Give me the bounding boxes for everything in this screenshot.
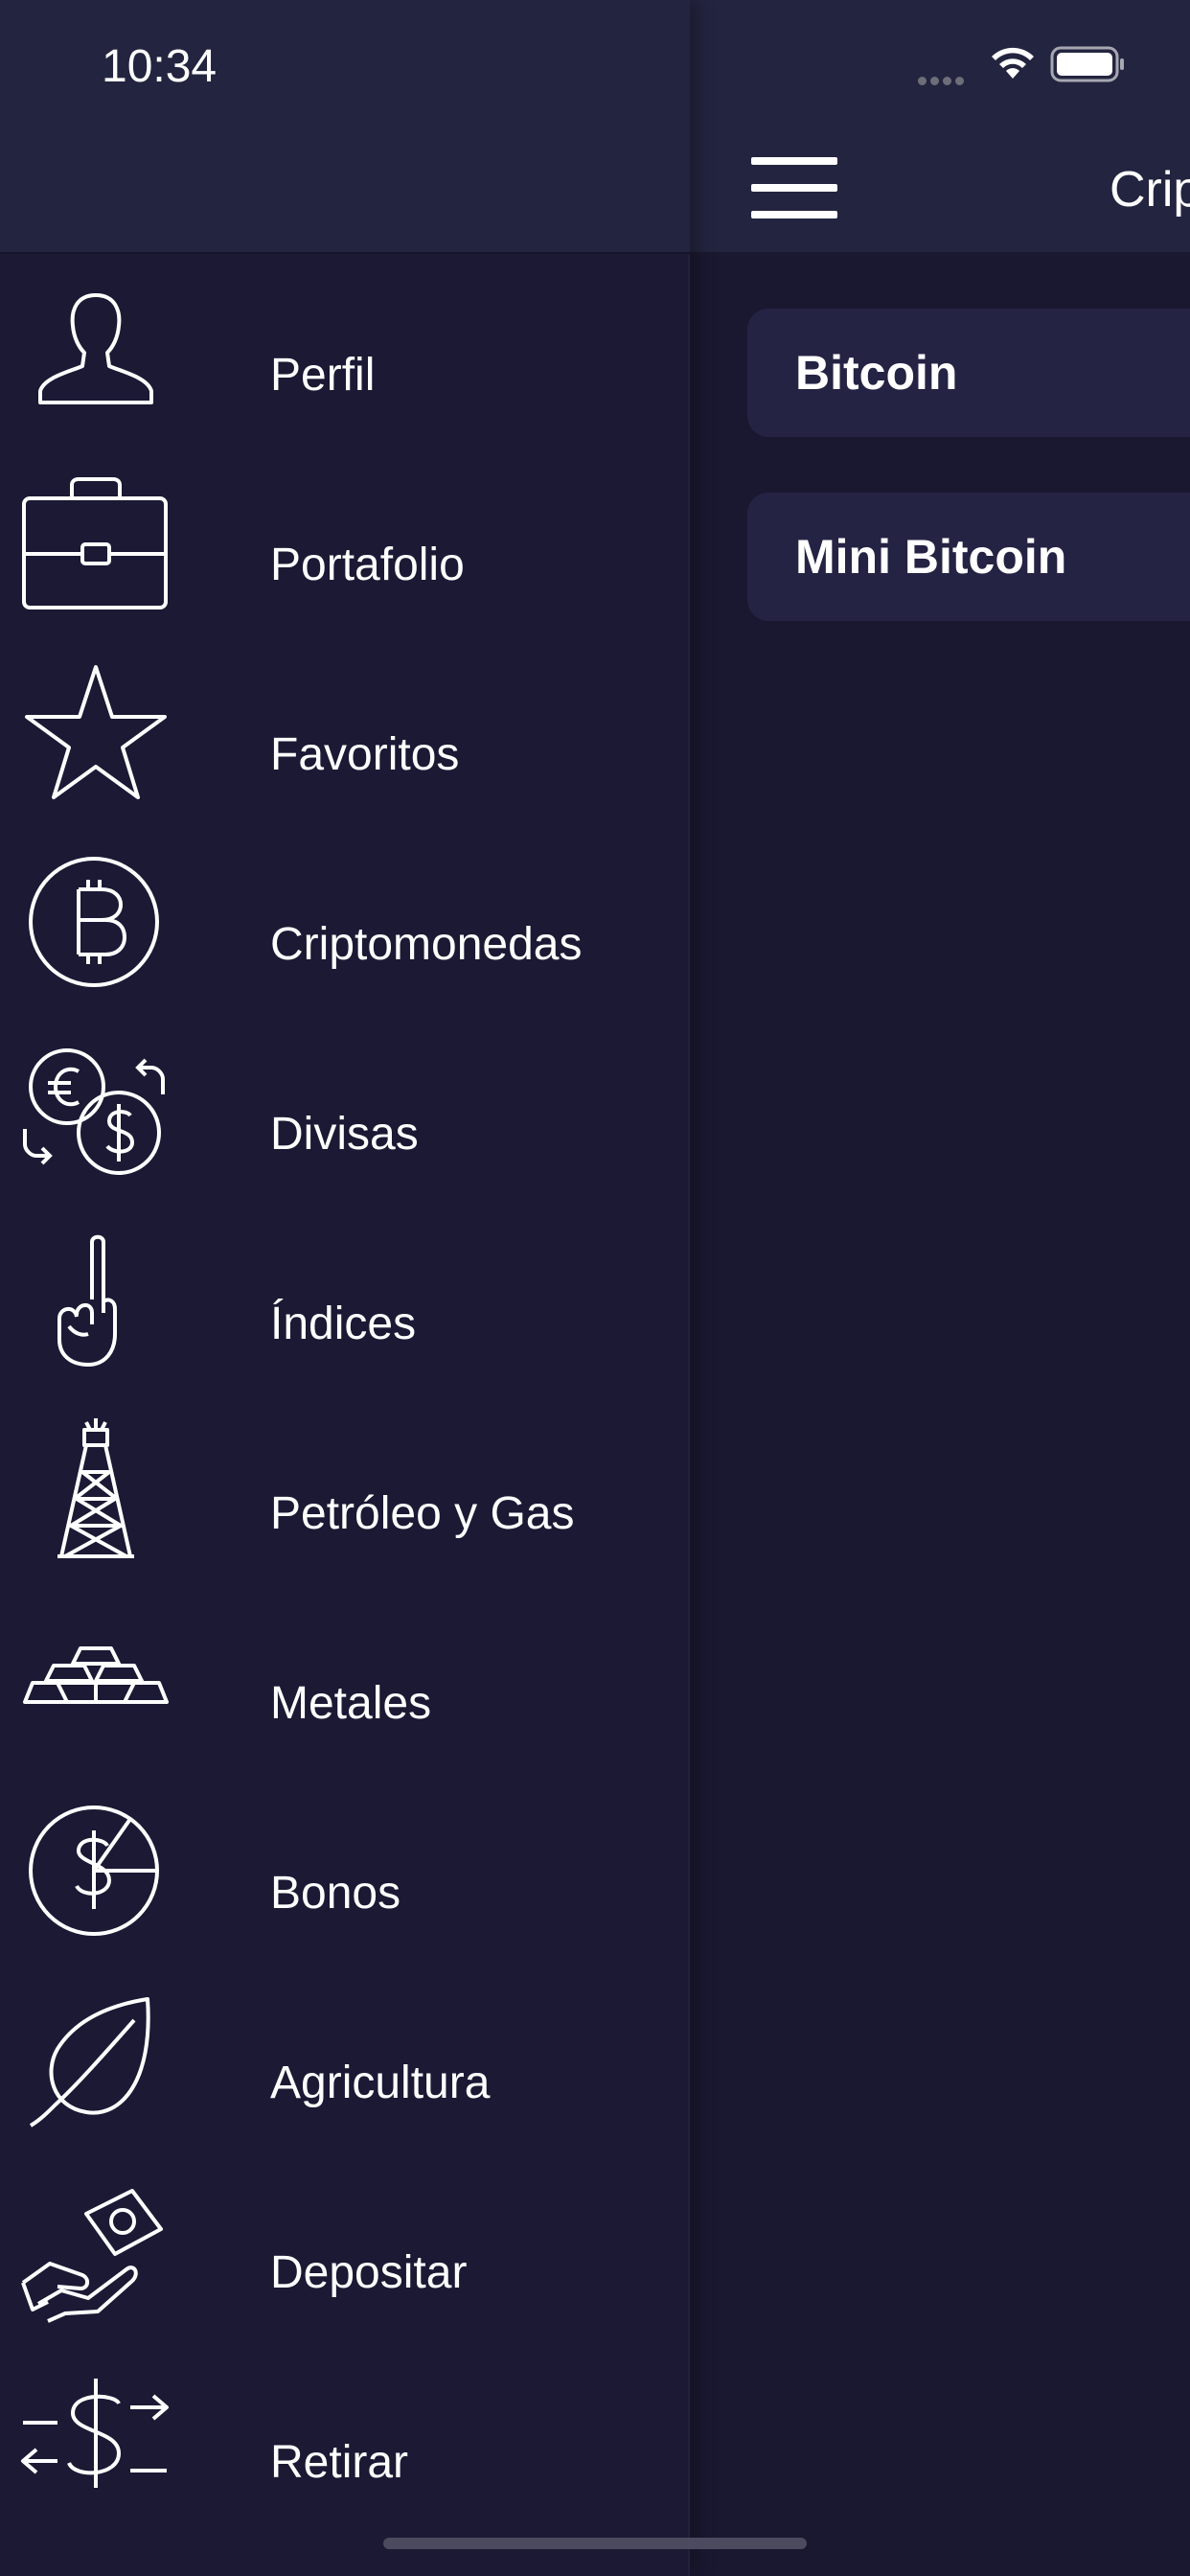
index-finger-icon [19,1227,172,1380]
menu-item-indices[interactable]: Índices [0,1217,690,1407]
menu-label: Agricultura [270,2058,491,2108]
menu-label: Petróleo y Gas [270,1488,575,1539]
leaf-icon [19,1986,172,2139]
menu-item-retirar[interactable]: Retirar [0,2356,690,2545]
menu-item-divisas[interactable]: Divisas [0,1027,690,1217]
user-icon [19,278,172,431]
menu-item-criptomonedas[interactable]: Criptomonedas [0,838,690,1027]
oil-rig-icon [19,1416,172,1570]
currency-exchange-icon [19,1037,172,1190]
menu-label: Favoritos [270,729,460,780]
menu-label: Depositar [270,2247,468,2298]
menu-item-metales[interactable]: Metales [0,1597,690,1786]
gold-bars-icon [19,1606,172,1760]
star-icon [19,657,172,811]
menu-label: Metales [270,1678,432,1729]
deposit-hand-icon [19,2175,172,2329]
bond-icon [19,1796,172,1949]
list-item-mini-bitcoin[interactable]: Mini Bitcoin [747,493,1190,621]
menu-item-petroleo[interactable]: Petróleo y Gas [0,1407,690,1597]
briefcase-icon [19,468,172,621]
home-indicator[interactable] [383,2538,807,2549]
menu-item-portafolio[interactable]: Portafolio [0,458,690,648]
menu-item-bonos[interactable]: Bonos [0,1786,690,1976]
crypto-list: Bitcoin Mini Bitcoin [747,309,1190,677]
menu-label: Divisas [270,1109,419,1160]
side-drawer: Perfil Portafolio Favoritos Criptomoneda… [0,0,690,2576]
menu-label: Portafolio [270,540,465,590]
drawer-header [0,0,690,254]
menu-item-favoritos[interactable]: Favoritos [0,648,690,838]
main-screen: Crip Bitcoin Mini Bitcoin [690,0,1190,2576]
menu-label: Retirar [270,2437,409,2488]
menu-label: Criptomonedas [270,919,583,970]
bitcoin-icon [19,847,172,1000]
menu-label: Índices [270,1299,417,1349]
main-header: Crip [690,0,1190,254]
menu-label: Perfil [270,350,376,401]
page-title: Crip [1110,162,1190,218]
menu-item-agricultura[interactable]: Agricultura [0,1976,690,2166]
withdraw-dollar-icon [19,2365,172,2518]
drawer-menu: Perfil Portafolio Favoritos Criptomoneda… [0,268,690,2545]
hamburger-menu-icon[interactable] [751,157,839,218]
menu-item-depositar[interactable]: Depositar [0,2166,690,2356]
menu-item-perfil[interactable]: Perfil [0,268,690,458]
list-item-bitcoin[interactable]: Bitcoin [747,309,1190,437]
menu-label: Bonos [270,1868,401,1919]
